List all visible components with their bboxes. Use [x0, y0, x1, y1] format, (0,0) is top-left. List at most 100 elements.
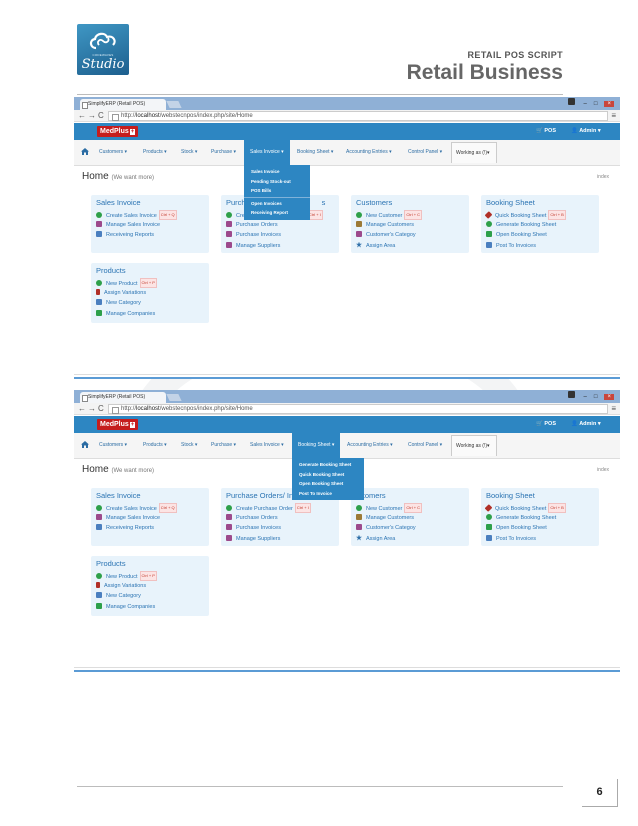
link-label: Quick Booking Sheet: [495, 213, 547, 219]
menu-accounting-entries[interactable]: Accounting Entries ▾: [347, 442, 393, 448]
create-sales-invoice-link[interactable]: Create Sales Invoice Ctrl + Q: [96, 503, 209, 514]
profile-icon[interactable]: [567, 98, 575, 105]
quick-booking-sheet-link[interactable]: Quick Booking Sheet Ctrl + B: [484, 503, 599, 514]
dropdown-item-receiving-report[interactable]: Receiving Report: [244, 208, 310, 218]
dropdown-item-open-invoices[interactable]: Open Invoices: [244, 199, 310, 209]
new-customer-link[interactable]: New Customer Ctrl + C: [356, 503, 469, 514]
quick-booking-sheet-link[interactable]: Quick Booking Sheet Ctrl + B: [484, 210, 599, 221]
menu-booking-sheet[interactable]: Booking Sheet ▾: [297, 149, 333, 155]
browser-menu-icon[interactable]: ≡: [611, 111, 616, 120]
purchase-orders-link[interactable]: Purchase Orders: [226, 513, 339, 525]
customer-category-link[interactable]: Customer's Categoy: [356, 524, 469, 535]
admin-menu[interactable]: 👤 Admin ▾: [571, 421, 601, 427]
manage-customers-link[interactable]: Manage Customers: [356, 220, 469, 232]
manage-sales-invoice-link[interactable]: Manage Sales Invoice: [96, 220, 209, 232]
new-tab-button[interactable]: [166, 394, 182, 401]
pos-button[interactable]: 🛒 POS: [536, 128, 556, 134]
working-as-menu[interactable]: Working as (!)▾: [451, 142, 497, 163]
reload-icon[interactable]: C: [98, 404, 104, 413]
post-to-invoices-link[interactable]: Post To Invoices: [486, 241, 599, 253]
open-booking-sheet-link[interactable]: Open Booking Sheet: [486, 231, 599, 242]
menu-stock[interactable]: Stock ▾: [181, 442, 197, 448]
menu-control-panel[interactable]: Control Panel ▾: [408, 149, 442, 155]
browser-tab[interactable]: SimplifyERP (Retail POS): [80, 99, 166, 110]
new-product-link[interactable]: New Product Ctrl + P: [96, 278, 209, 289]
new-category-link[interactable]: New Category: [96, 299, 209, 310]
menu-stock[interactable]: Stock ▾: [181, 149, 197, 155]
dropdown-item-pending-stock-out[interactable]: Pending Stock-out: [244, 177, 310, 187]
open-booking-sheet-link[interactable]: Open Booking Sheet: [486, 524, 599, 535]
new-customer-link[interactable]: New Customer Ctrl + C: [356, 210, 469, 221]
menu-customers[interactable]: Customers ▾: [99, 442, 127, 448]
home-icon[interactable]: [81, 148, 89, 155]
link-label: New Customer: [366, 506, 403, 512]
dropdown-item-pos-bills[interactable]: POS Bills: [244, 186, 310, 196]
dropdown-item-sales-invoice[interactable]: Sales Invoice: [244, 167, 310, 177]
menu-products[interactable]: Products ▾: [143, 442, 167, 448]
breadcrumb[interactable]: index: [597, 174, 609, 180]
generate-booking-sheet-link[interactable]: Generate Booking Sheet: [486, 220, 599, 232]
menu-customers[interactable]: Customers ▾: [99, 149, 127, 155]
dropdown-item-generate-booking-sheet[interactable]: Generate Booking Sheet: [292, 460, 364, 470]
menu-products[interactable]: Products ▾: [143, 149, 167, 155]
url-field[interactable]: http://localhost/webstecnpos/index.php/s…: [108, 404, 608, 414]
new-product-link[interactable]: New Product Ctrl + P: [96, 571, 209, 582]
generate-booking-sheet-link[interactable]: Generate Booking Sheet: [486, 513, 599, 525]
assign-area-link[interactable]: Assign Area: [356, 241, 469, 253]
address-bar-row: ← → C http://localhost/webstecnpos/index…: [74, 403, 620, 415]
assign-variations-link[interactable]: Assign Variations: [96, 581, 209, 593]
purchase-invoices-link[interactable]: Purchase Invoices: [226, 524, 339, 535]
dropdown-item-post-to-invoice[interactable]: Post To Invoice: [292, 489, 364, 499]
profile-icon[interactable]: [567, 391, 575, 398]
menu-purchase[interactable]: Purchase ▾: [211, 442, 236, 448]
breadcrumb[interactable]: index: [597, 467, 609, 473]
minimize-icon[interactable]: –: [584, 394, 587, 400]
back-icon[interactable]: ←: [78, 404, 86, 413]
assign-area-link[interactable]: Assign Area: [356, 534, 469, 546]
back-icon[interactable]: ←: [78, 111, 86, 120]
manage-customers-link[interactable]: Manage Customers: [356, 513, 469, 525]
reload-icon[interactable]: C: [98, 111, 104, 120]
purchase-orders-link[interactable]: Purchase Orders: [226, 220, 339, 232]
create-sales-invoice-link[interactable]: Create Sales Invoice Ctrl + Q: [96, 210, 209, 221]
manage-suppliers-link[interactable]: Manage Suppliers: [226, 534, 339, 546]
new-category-link[interactable]: New Category: [96, 592, 209, 603]
receiving-reports-link[interactable]: Receiveing Reports: [96, 524, 209, 535]
browser-menu-icon[interactable]: ≡: [611, 404, 616, 413]
menu-accounting-entries[interactable]: Accounting Entries ▾: [346, 149, 392, 155]
dropdown-item-open-booking-sheet[interactable]: Open Booking Sheet: [292, 479, 364, 489]
brand-logo[interactable]: MedPlus +: [97, 419, 139, 430]
manage-suppliers-link[interactable]: Manage Suppliers: [226, 241, 339, 253]
minimize-icon[interactable]: –: [584, 101, 587, 107]
close-icon[interactable]: ×: [604, 101, 614, 107]
dropdown-item-quick-booking-sheet[interactable]: Quick Booking Sheet: [292, 470, 364, 480]
home-icon[interactable]: [81, 441, 89, 448]
close-icon[interactable]: ×: [604, 394, 614, 400]
url-field[interactable]: http://localhost/webstecnpos/index.php/s…: [108, 111, 608, 121]
link-label: Receiveing Reports: [106, 232, 154, 238]
maximize-icon[interactable]: □: [594, 101, 598, 107]
post-to-invoices-link[interactable]: Post To Invoices: [486, 534, 599, 546]
manage-sales-invoice-link[interactable]: Manage Sales Invoice: [96, 513, 209, 525]
new-tab-button[interactable]: [166, 101, 182, 108]
brand-logo[interactable]: MedPlus +: [97, 126, 139, 137]
purchase-invoices-link[interactable]: Purchase Invoices: [226, 231, 339, 242]
pos-button[interactable]: 🛒 POS: [536, 421, 556, 427]
assign-variations-link[interactable]: Assign Variations: [96, 288, 209, 300]
menu-control-panel[interactable]: Control Panel ▾: [408, 442, 442, 448]
menu-purchase[interactable]: Purchase ▾: [211, 149, 236, 155]
create-purchase-order-link[interactable]: Create Purchase Order Ctrl + I: [226, 503, 339, 514]
working-as-menu[interactable]: Working as (!)▾: [451, 435, 497, 456]
forward-icon[interactable]: →: [88, 404, 96, 413]
admin-menu[interactable]: 👤 Admin ▾: [571, 128, 601, 134]
customer-category-link[interactable]: Customer's Categoy: [356, 231, 469, 242]
manage-companies-link[interactable]: Manage Companies: [96, 602, 209, 614]
receiving-reports-link[interactable]: Receiveing Reports: [96, 231, 209, 242]
manage-companies-link[interactable]: Manage Companies: [96, 309, 209, 321]
menu-sales-invoice[interactable]: Sales Invoice ▾: [250, 442, 284, 448]
maximize-icon[interactable]: □: [594, 394, 598, 400]
forward-icon[interactable]: →: [88, 111, 96, 120]
browser-tab[interactable]: SimplifyERP (Retail POS): [80, 392, 166, 403]
menu-sales-invoice-active[interactable]: Sales Invoice ▾: [244, 140, 290, 165]
menu-booking-sheet-active[interactable]: Booking Sheet ▾: [292, 433, 341, 458]
